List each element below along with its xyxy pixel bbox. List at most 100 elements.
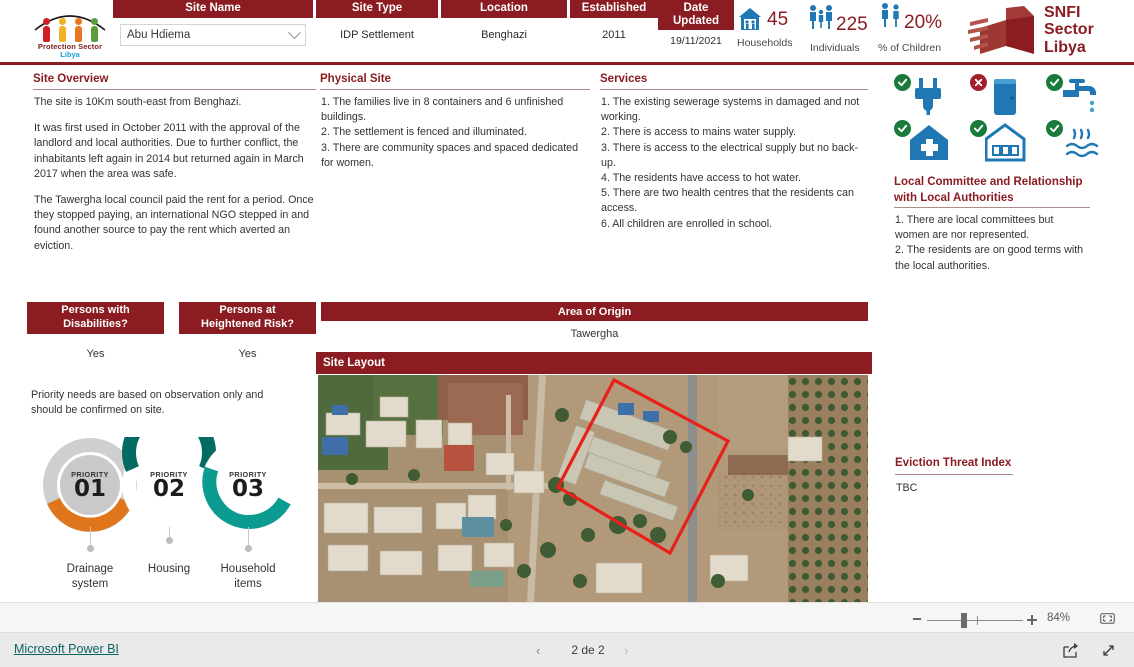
school-icon xyxy=(985,123,1026,162)
microsoft-power-bi-link[interactable]: Microsoft Power BI xyxy=(14,642,119,656)
priority-2-caption-line1: Housing xyxy=(147,563,191,575)
services-item-6: 6. All children are enrolled in school. xyxy=(601,217,773,230)
header-field-established: Established 2011 xyxy=(570,0,658,62)
service-availability-grid xyxy=(894,74,1099,162)
family-icon xyxy=(810,5,832,29)
panel-title-physical-site: Physical Site xyxy=(320,73,391,85)
zoom-slider-tick xyxy=(977,616,978,625)
header-label-date-updated-line2: Updated xyxy=(673,15,719,27)
service-electricity xyxy=(894,74,952,116)
logo-figures xyxy=(41,14,99,42)
services-item-1: 1. The existing sewerage systems in dama… xyxy=(601,96,860,124)
card-header-area-of-origin: Area of Origin xyxy=(321,302,868,321)
check-badge-icon xyxy=(894,74,911,91)
health-clinic-icon xyxy=(910,125,948,160)
header-value-date-updated: 19/11/2021 xyxy=(670,35,722,47)
report-footer: Microsoft Power BI ‹ 2 de 2 › xyxy=(0,632,1134,667)
zoom-slider-thumb[interactable] xyxy=(961,613,967,628)
stat-households-label: Households xyxy=(737,37,793,49)
check-badge-icon xyxy=(970,120,987,137)
stat-households: 45 Households xyxy=(737,0,817,62)
snfi-title-line3: Libya xyxy=(1044,38,1086,56)
persons-disabilities-label-line1: Persons with xyxy=(61,304,130,317)
snfi-title-line2: Sector xyxy=(1044,21,1094,39)
next-page-button[interactable]: › xyxy=(624,643,628,658)
persons-disabilities-label-line2: Disabilities? xyxy=(63,318,128,330)
logo-figure-green xyxy=(89,18,99,42)
header-divider xyxy=(0,62,1134,65)
header-label-location: Location xyxy=(441,0,567,18)
zoom-percent-label: 84% xyxy=(1047,612,1071,624)
header-label-date-updated: Date Updated xyxy=(658,0,734,30)
stat-children-percent-label: % of Children xyxy=(878,42,942,54)
stat-individuals-label: Individuals xyxy=(810,42,860,54)
water-tap-icon xyxy=(1063,79,1096,113)
zoom-out-button[interactable] xyxy=(913,618,921,620)
priority-3-caption-line2: items xyxy=(234,577,262,590)
persons-risk-label-line1: Persons at xyxy=(219,304,276,317)
zoom-slider-track[interactable] xyxy=(927,620,1023,621)
header-field-location: Location Benghazi xyxy=(441,0,567,62)
site-overview-divider xyxy=(33,89,316,90)
children-icon xyxy=(882,3,899,27)
site-name-value: Abu Hdiema xyxy=(127,29,191,41)
previous-page-button[interactable]: ‹ xyxy=(536,643,540,658)
priority-3-caption-line1: Household xyxy=(220,563,276,575)
logo-figure-red xyxy=(41,18,51,42)
services-item-2: 2. There is access to mains water supply… xyxy=(601,126,797,139)
priority-ring-2-center: PRIORITY 02 xyxy=(139,455,199,515)
area-of-origin-value: Tawergha xyxy=(570,328,619,340)
powerbi-report-page: Protection Sector Libya Site Name Abu Hd… xyxy=(0,0,1134,667)
site-layout-satellite-map[interactable] xyxy=(318,375,868,602)
priority-3-rank: 03 xyxy=(231,475,264,502)
service-health-centre xyxy=(894,120,952,162)
stat-households-value: 45 xyxy=(767,9,789,30)
site-overview-paragraph-3: The Tawergha local council paid the rent… xyxy=(34,193,314,252)
site-overview-paragraph-1: The site is 10Km south-east from Benghaz… xyxy=(34,96,242,108)
header-label-site-name: Site Name xyxy=(113,0,313,18)
priority-1-dot xyxy=(87,545,94,552)
zoom-toolbar: 84% xyxy=(0,602,1134,632)
header-label-site-type: Site Type xyxy=(316,0,438,18)
snfi-title-line1: SNFI xyxy=(1044,4,1081,21)
fit-to-page-icon[interactable] xyxy=(1100,613,1115,624)
local-committee-divider xyxy=(894,207,1090,208)
chevron-down-icon xyxy=(288,25,301,39)
satellite-imagery xyxy=(318,375,868,602)
card-header-persons-with-disabilities: Persons with Disabilities? xyxy=(27,302,164,334)
services-divider xyxy=(600,89,868,90)
stat-individuals-value: 225 xyxy=(836,14,868,35)
hot-water-icon xyxy=(1065,128,1099,158)
panel-body-physical-site: 1. The families live in 8 containers and… xyxy=(321,95,587,171)
panel-body-local-committee: 1. There are local committees but women … xyxy=(895,213,1085,274)
panel-body-site-overview: The site is 10Km south-east from Benghaz… xyxy=(34,95,316,254)
service-water-supply xyxy=(1046,74,1104,116)
site-name-dropdown[interactable]: Abu Hdiema xyxy=(120,24,306,46)
zoom-in-button-vertical[interactable] xyxy=(1031,615,1033,625)
check-badge-icon xyxy=(894,120,911,137)
physical-site-divider xyxy=(320,89,590,90)
service-school xyxy=(970,120,1028,162)
eviction-threat-index-value: TBC xyxy=(896,482,918,494)
priority-3-caption: Household items xyxy=(194,562,302,591)
persons-with-disabilities-answer: Yes xyxy=(86,348,105,360)
priority-1-stem xyxy=(90,527,91,547)
household-icon xyxy=(739,8,761,30)
priority-1-rank: 01 xyxy=(73,475,106,502)
header-value-site-type: IDP Settlement xyxy=(340,29,414,41)
priority-1-caption-line2: system xyxy=(71,577,109,590)
service-latrine xyxy=(970,74,1028,116)
share-icon[interactable] xyxy=(1062,642,1079,659)
services-item-3: 3. There is access to the electrical sup… xyxy=(601,141,859,169)
stat-children-percent-value: 20% xyxy=(904,12,943,33)
card-header-persons-heightened-risk: Persons at Heightened Risk? xyxy=(179,302,316,334)
header-label-date-updated-line1: Date xyxy=(683,1,709,14)
services-item-4: 4. The residents have access to hot wate… xyxy=(601,171,802,184)
logo-text-secondary: Libya xyxy=(60,50,80,59)
physical-site-item-1: 1. The families live in 8 containers and… xyxy=(321,96,564,124)
priority-3-stem xyxy=(248,527,249,547)
panel-body-services: 1. The existing sewerage systems in dama… xyxy=(601,95,863,232)
fullscreen-icon[interactable] xyxy=(1100,642,1117,659)
local-committee-item-1: 1. There are local committees but women … xyxy=(895,214,1054,242)
priority-3-dot xyxy=(245,545,252,552)
